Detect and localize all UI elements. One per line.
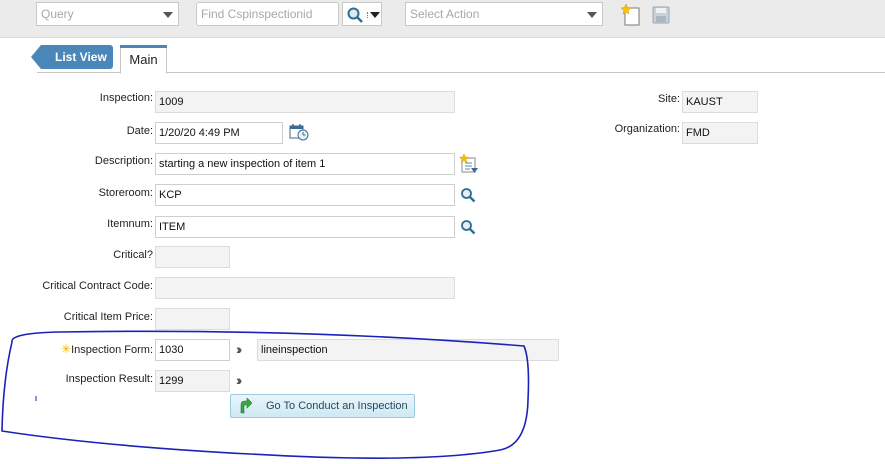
search-icon [347, 7, 363, 23]
chevron-down-icon [163, 12, 173, 18]
inspection-field[interactable]: 1009 [155, 91, 455, 113]
go-to-conduct-inspection-button[interactable]: Go To Conduct an Inspection [230, 394, 415, 418]
go-to-conduct-inspection-label: Go To Conduct an Inspection [266, 400, 408, 412]
storeroom-label: Storeroom: [98, 187, 153, 199]
critical-item-price-label: Critical Item Price: [63, 311, 153, 323]
go-arrow-icon [240, 398, 252, 414]
chevron-down-icon [587, 12, 597, 18]
inspection-form-goto-icon[interactable]: ›› [236, 341, 243, 357]
list-view-label: List View [55, 50, 107, 64]
itemnum-lookup-icon[interactable] [460, 219, 476, 235]
description-field[interactable]: starting a new inspection of item 1 [155, 153, 455, 175]
critical-item-price-field[interactable] [155, 308, 230, 330]
list-view-button[interactable]: List View [31, 45, 113, 69]
inspection-result-goto-icon[interactable]: ›› [236, 372, 243, 388]
site-label: Site: [657, 93, 680, 105]
critical-field[interactable] [155, 246, 230, 268]
inspection-form-field[interactable]: 1030 [155, 339, 230, 361]
save-icon[interactable] [652, 6, 670, 24]
inspection-label: Inspection: [99, 92, 153, 104]
search-menu-separator [367, 12, 368, 18]
select-action-dropdown[interactable]: Select Action [405, 2, 603, 26]
inspection-result-label: Inspection Result: [65, 373, 153, 385]
storeroom-lookup-icon[interactable] [460, 187, 476, 203]
tab-main[interactable]: Main [120, 45, 167, 74]
date-label: Date: [126, 125, 153, 137]
storeroom-field[interactable]: KCP [155, 184, 455, 206]
find-input[interactable]: Find Cspinspectionid [196, 2, 339, 26]
organization-field[interactable]: FMD [682, 122, 758, 144]
inspection-form-label: Inspection Form: [71, 344, 153, 356]
critical-contract-code-field[interactable] [155, 277, 455, 299]
date-field[interactable]: 1/20/20 4:49 PM [155, 122, 283, 144]
site-field[interactable]: KAUST [682, 91, 758, 113]
select-action-label: Select Action [410, 7, 480, 21]
itemnum-label: Itemnum: [107, 218, 153, 230]
long-description-icon[interactable] [459, 154, 479, 174]
find-input-placeholder: Find Cspinspectionid [201, 7, 313, 21]
inspection-form-label-wrap: ✳Inspection Form: [30, 342, 153, 356]
search-button[interactable] [342, 2, 382, 26]
chevron-down-icon [370, 12, 380, 18]
organization-label: Organization: [614, 123, 680, 135]
calendar-icon[interactable] [289, 123, 309, 141]
itemnum-field[interactable]: ITEM [155, 216, 455, 238]
critical-contract-code-label: Critical Contract Code: [42, 280, 153, 292]
tab-strip: List View Main [31, 42, 885, 74]
required-asterisk-icon: ✳ [61, 342, 72, 356]
inspection-form-description: lineinspection [257, 339, 559, 361]
inspection-result-field[interactable]: 1299 [155, 370, 230, 392]
query-select-label: Query [41, 7, 74, 21]
tab-main-label: Main [129, 52, 158, 67]
query-select[interactable]: Query [36, 2, 179, 26]
critical-label: Critical? [113, 249, 153, 261]
toolbar: Query Find Cspinspectionid Select Action [0, 0, 885, 38]
description-label: Description: [94, 155, 153, 167]
new-record-icon[interactable] [620, 3, 642, 27]
